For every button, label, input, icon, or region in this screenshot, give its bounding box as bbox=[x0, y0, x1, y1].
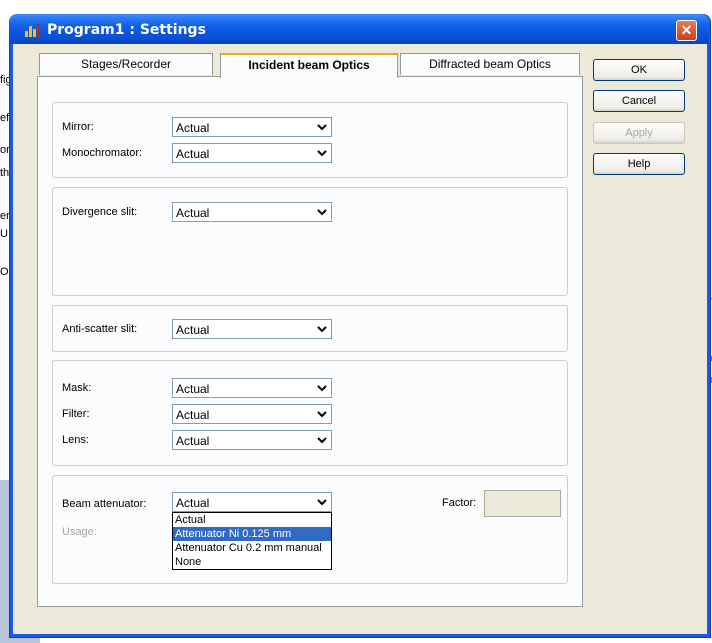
beam-attenuator-dropdown-list[interactable]: Actual Attenuator Ni 0.125 mm Attenuator… bbox=[172, 512, 332, 570]
divergence-slit-select[interactable]: Actual bbox=[172, 202, 332, 222]
chevron-down-icon[interactable] bbox=[314, 145, 330, 161]
chevron-down-icon[interactable] bbox=[314, 119, 330, 135]
chevron-down-icon[interactable] bbox=[314, 432, 330, 448]
dropdown-option-selected[interactable]: Attenuator Ni 0.125 mm bbox=[173, 527, 331, 541]
dropdown-option[interactable]: None bbox=[173, 555, 331, 569]
close-icon: ✕ bbox=[680, 22, 693, 38]
lens-label: Lens: bbox=[62, 434, 89, 446]
apply-button[interactable]: Apply bbox=[593, 122, 685, 144]
mirror-label: Mirror: bbox=[62, 121, 94, 133]
dropdown-option[interactable]: Actual bbox=[173, 513, 331, 527]
tab-label: Incident beam Optics bbox=[248, 58, 370, 72]
tab-stages-recorder[interactable]: Stages/Recorder bbox=[39, 53, 213, 75]
factor-label: Factor: bbox=[442, 497, 477, 509]
bg-text: U bbox=[0, 228, 8, 240]
mirror-select[interactable]: Actual bbox=[172, 117, 332, 137]
beam-attenuator-label: Beam attenuator: bbox=[62, 498, 147, 510]
help-label: Help bbox=[627, 158, 651, 170]
window-title: Program1 : Settings bbox=[47, 22, 206, 38]
cancel-label: Cancel bbox=[621, 95, 657, 107]
divergence-slit-label: Divergence slit: bbox=[62, 206, 138, 218]
chevron-down-icon[interactable] bbox=[314, 494, 330, 510]
anti-scatter-slit-value: Actual bbox=[176, 323, 210, 337]
chevron-down-icon[interactable] bbox=[314, 406, 330, 422]
lens-select[interactable]: Actual bbox=[172, 430, 332, 450]
chevron-down-icon[interactable] bbox=[314, 321, 330, 337]
tab-label: Diffracted beam Optics bbox=[429, 57, 551, 71]
mask-select[interactable]: Actual bbox=[172, 378, 332, 398]
divergence-slit-value: Actual bbox=[176, 206, 210, 220]
help-button[interactable]: Help bbox=[593, 153, 685, 175]
monochromator-select[interactable]: Actual bbox=[172, 143, 332, 163]
filter-select[interactable]: Actual bbox=[172, 404, 332, 424]
monochromator-label: Monochromator: bbox=[62, 147, 143, 159]
beam-attenuator-select[interactable]: Actual bbox=[172, 492, 332, 512]
chevron-down-icon[interactable] bbox=[314, 204, 330, 220]
dropdown-option[interactable]: Attenuator Cu 0.2 mm manual bbox=[173, 541, 331, 555]
anti-scatter-slit-label: Anti-scatter slit: bbox=[62, 323, 138, 335]
filter-label: Filter: bbox=[62, 408, 90, 420]
lens-value: Actual bbox=[176, 434, 210, 448]
anti-scatter-slit-select[interactable]: Actual bbox=[172, 319, 332, 339]
apply-label: Apply bbox=[625, 127, 653, 139]
filter-value: Actual bbox=[176, 408, 210, 422]
monochromator-value: Actual bbox=[176, 147, 210, 161]
tab-incident-beam-optics[interactable]: Incident beam Optics bbox=[220, 53, 398, 78]
ok-label: OK bbox=[631, 64, 647, 76]
app-icon bbox=[25, 24, 39, 37]
beam-attenuator-value: Actual bbox=[176, 496, 210, 510]
tab-diffracted-beam-optics[interactable]: Diffracted beam Optics bbox=[400, 53, 580, 75]
mirror-value: Actual bbox=[176, 121, 210, 135]
tab-label: Stages/Recorder bbox=[80, 57, 172, 71]
mask-value: Actual bbox=[176, 382, 210, 396]
usage-label: Usage: bbox=[62, 526, 97, 538]
factor-field bbox=[484, 490, 561, 517]
cancel-button[interactable]: Cancel bbox=[593, 90, 685, 112]
chevron-down-icon[interactable] bbox=[314, 380, 330, 396]
mask-label: Mask: bbox=[62, 382, 92, 394]
title-bar[interactable]: Program1 : Settings bbox=[9, 14, 709, 44]
group-mirror-monochromator bbox=[52, 102, 568, 178]
close-button[interactable]: ✕ bbox=[676, 20, 697, 41]
ok-button[interactable]: OK bbox=[593, 59, 685, 81]
bg-text: O bbox=[0, 266, 9, 278]
